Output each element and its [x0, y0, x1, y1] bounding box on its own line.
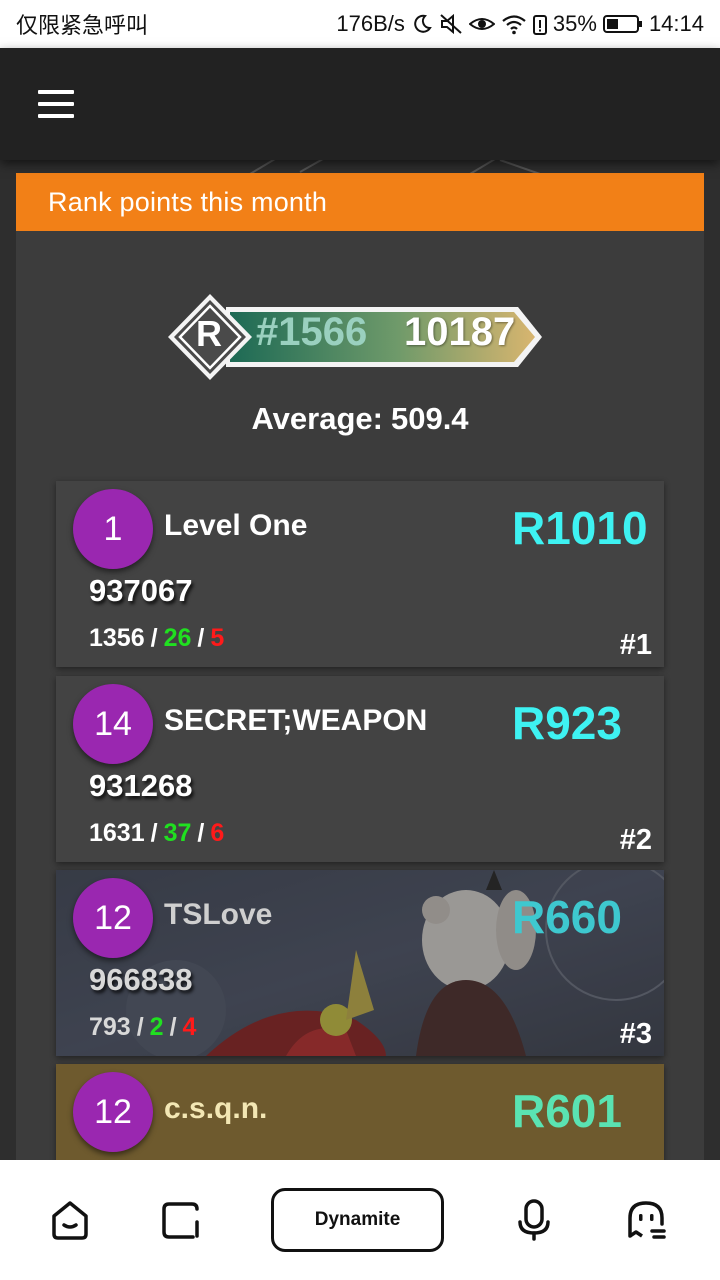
rating: R923	[512, 697, 622, 749]
judgement-counts: 793/2/4	[89, 1013, 197, 1041]
level-badge: 12	[73, 1072, 153, 1152]
microphone-icon[interactable]	[512, 1198, 556, 1242]
average-points: Average: 509.4	[16, 401, 704, 437]
good-count: 26	[163, 624, 192, 652]
good-count: 2	[149, 1013, 164, 1041]
carrier-text: 仅限紧急呼叫	[16, 14, 149, 39]
place: #3	[619, 1018, 652, 1050]
moon-icon	[414, 14, 432, 33]
rating: R660	[512, 891, 622, 943]
bottom-nav: Dynamite	[0, 1160, 720, 1280]
level-badge: 1	[73, 489, 153, 569]
mute-icon	[440, 13, 462, 35]
panel-title: Rank points this month	[16, 173, 704, 231]
level-badge: 14	[73, 684, 153, 764]
app-bar	[0, 48, 720, 160]
menu-icon[interactable]	[26, 78, 86, 130]
average-label: Average:	[251, 401, 383, 436]
miss-count: 5	[210, 624, 225, 652]
miss-count: 4	[182, 1013, 197, 1041]
perfect-count: 1356	[89, 624, 145, 652]
status-bar: 仅限紧急呼叫 176B/s 35% 14:14	[0, 0, 720, 48]
clock: 14:14	[648, 11, 704, 36]
record-card[interactable]: 12 c.s.q.n. R601	[56, 1064, 664, 1160]
rank-points: 10187	[404, 310, 516, 354]
battery-percent: 35%	[552, 11, 597, 36]
now-playing-button[interactable]: Dynamite	[271, 1188, 444, 1252]
song-title: Level One	[164, 509, 308, 542]
rank-position: #1566	[256, 310, 368, 354]
rating: R1010	[512, 502, 648, 554]
battery-alert-icon	[532, 15, 547, 35]
rank-letter: R	[196, 313, 222, 354]
rank-badge: R #1566 10187	[168, 293, 548, 381]
place: #1	[619, 629, 652, 661]
song-title: SECRET;WEAPON	[164, 704, 428, 737]
rating: R601	[512, 1085, 622, 1137]
score: 931268	[89, 768, 193, 803]
status-icons: 176B/s 35% 14:14	[336, 11, 704, 37]
ghost-profile-icon[interactable]	[624, 1198, 668, 1242]
battery-icon	[602, 15, 642, 33]
rank-panel: Rank points this month R #1566 10187 Ave…	[16, 173, 704, 1160]
good-count: 37	[163, 819, 192, 847]
record-card[interactable]: 12 TSLove R660 966838 793/2/4 #3	[56, 870, 664, 1056]
score: 966838	[89, 962, 193, 997]
record-card[interactable]: 14 SECRET;WEAPON R923 931268 1631/37/6 #…	[56, 676, 664, 862]
average-value: 509.4	[390, 401, 469, 436]
eye-icon	[468, 18, 495, 30]
library-icon[interactable]	[159, 1198, 203, 1242]
home-icon[interactable]	[48, 1198, 92, 1242]
level-badge: 12	[73, 878, 153, 958]
wifi-icon	[502, 15, 526, 35]
record-card[interactable]: 1 Level One R1010 937067 1356/26/5 #1	[56, 481, 664, 667]
score: 937067	[89, 573, 193, 608]
network-speed: 176B/s	[336, 11, 405, 36]
song-title: TSLove	[164, 898, 273, 931]
perfect-count: 793	[89, 1013, 131, 1041]
judgement-counts: 1631/37/6	[89, 819, 225, 847]
miss-count: 6	[210, 819, 225, 847]
song-title: c.s.q.n.	[164, 1092, 268, 1125]
place: #2	[619, 824, 652, 856]
perfect-count: 1631	[89, 819, 145, 847]
judgement-counts: 1356/26/5	[89, 624, 225, 652]
